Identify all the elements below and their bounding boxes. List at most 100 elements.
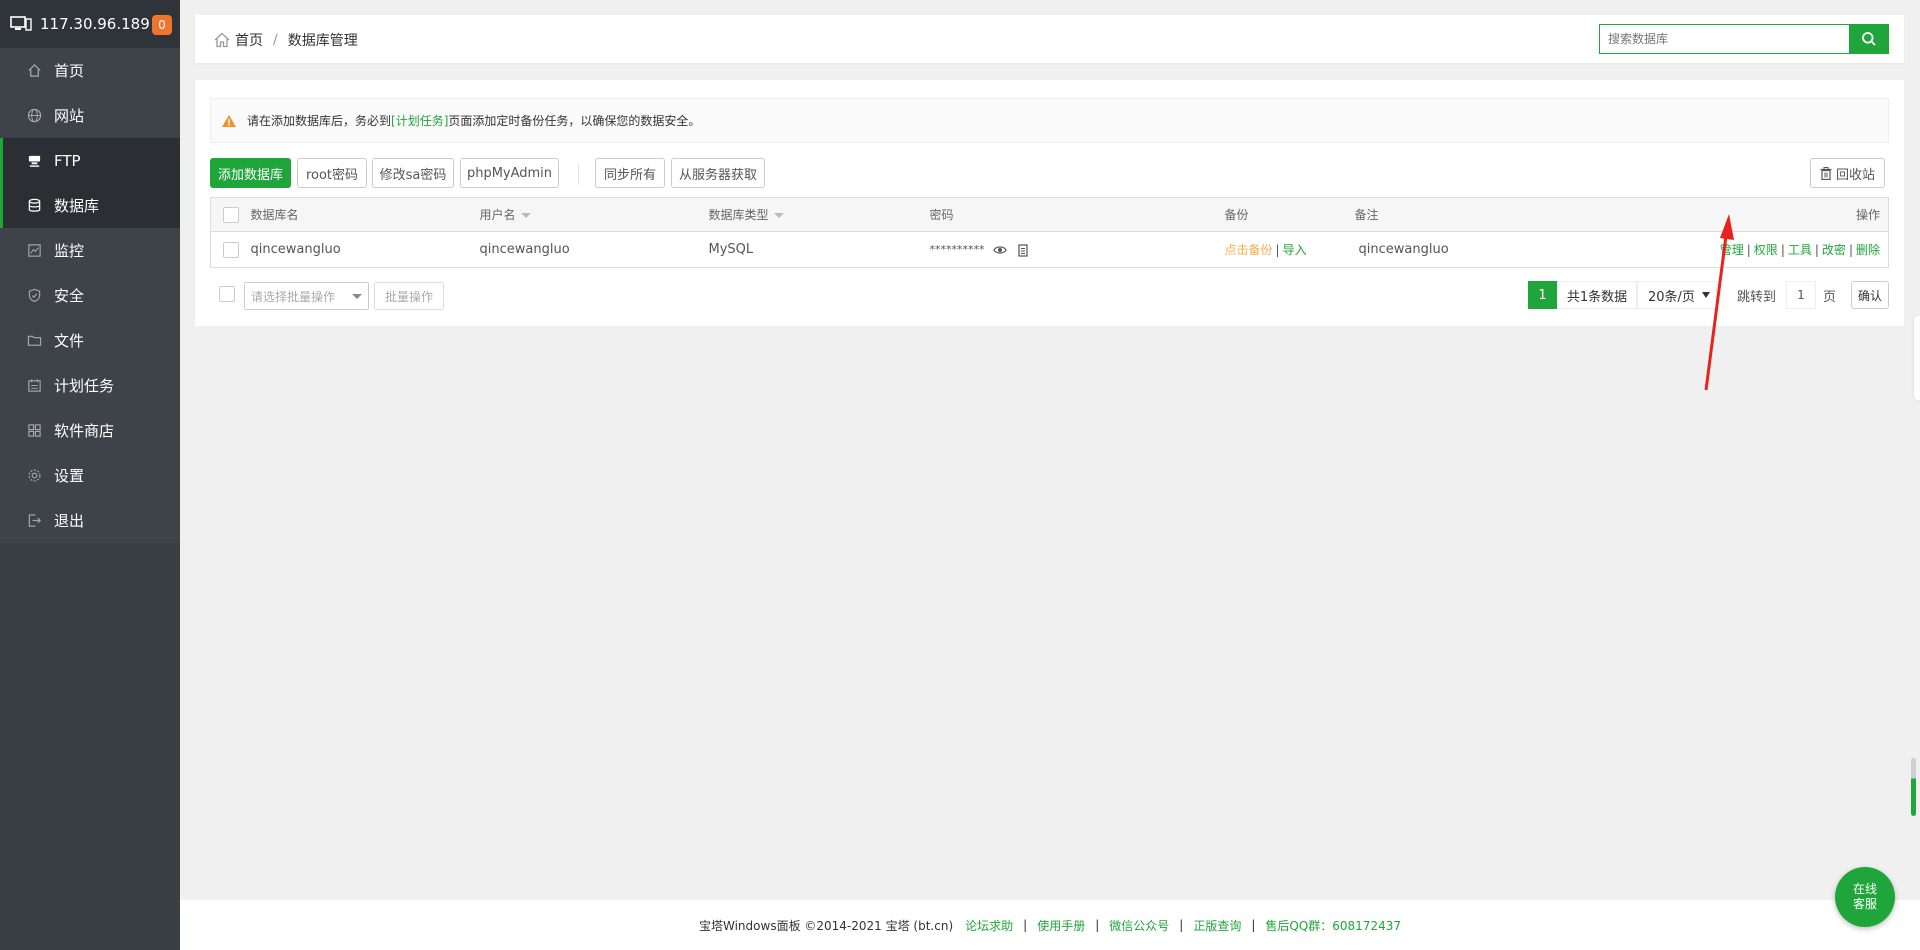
footer: 宝塔Windows面板 ©2014-2021 宝塔 (bt.cn) 论坛求助 |… bbox=[180, 900, 1920, 950]
trash-icon bbox=[1820, 166, 1832, 180]
footer-separator: | bbox=[1023, 918, 1028, 932]
footer-qq-link[interactable]: 售后QQ群：608172437 bbox=[1265, 917, 1401, 934]
col-type-label: 数据库类型 bbox=[708, 208, 769, 222]
home-icon bbox=[26, 63, 42, 79]
jump-confirm-button[interactable]: 确认 bbox=[1851, 281, 1889, 309]
sync-all-button[interactable]: 同步所有 bbox=[595, 158, 665, 188]
eye-icon[interactable] bbox=[992, 245, 1007, 255]
sidebar-item-label: 退出 bbox=[54, 512, 85, 530]
breadcrumb: 首页 / 数据库管理 bbox=[213, 30, 358, 50]
sidebar-item-ftp[interactable]: FTP bbox=[0, 138, 180, 183]
footer-license-link[interactable]: 正版查询 bbox=[1193, 917, 1241, 934]
breadcrumb-home-link[interactable]: 首页 bbox=[235, 30, 263, 50]
sidebar: 117.30.96.189 0 首页 网站 FTP 数据库 监控 安全 文件 计… bbox=[0, 0, 180, 950]
footer-separator: | bbox=[1251, 918, 1256, 932]
footer-separator: | bbox=[1095, 918, 1100, 932]
sidebar-item-store[interactable]: 软件商店 bbox=[0, 408, 180, 453]
jump-page-input[interactable]: 1 bbox=[1786, 281, 1816, 309]
batch-select-all-checkbox[interactable] bbox=[219, 286, 235, 302]
notification-badge[interactable]: 0 bbox=[152, 15, 172, 35]
cell-username: qincewangluo bbox=[479, 242, 570, 257]
cell-password: ********** bbox=[930, 232, 1225, 268]
pagination-current-page[interactable]: 1 bbox=[1528, 281, 1557, 309]
sort-caret-icon bbox=[773, 213, 784, 218]
sidebar-item-settings[interactable]: 设置 bbox=[0, 453, 180, 498]
footer-manual-link[interactable]: 使用手册 bbox=[1037, 917, 1085, 934]
change-password-link[interactable]: 改密 bbox=[1822, 243, 1846, 257]
phpmyadmin-button[interactable]: phpMyAdmin bbox=[460, 158, 559, 188]
add-database-button[interactable]: 添加数据库 bbox=[210, 158, 291, 188]
permission-link[interactable]: 权限 bbox=[1754, 243, 1778, 257]
delete-link[interactable]: 删除 bbox=[1856, 243, 1880, 257]
monitor-icon bbox=[26, 243, 42, 259]
footer-copyright: 宝塔Windows面板 ©2014-2021 宝塔 (bt.cn) bbox=[699, 918, 954, 933]
import-link[interactable]: 导入 bbox=[1283, 243, 1307, 257]
monitor-screen-icon bbox=[10, 16, 32, 31]
row-checkbox[interactable] bbox=[222, 241, 239, 258]
recycle-bin-button[interactable]: 回收站 bbox=[1810, 158, 1885, 188]
sidebar-item-label: 安全 bbox=[54, 287, 85, 305]
backup-link[interactable]: 点击备份 bbox=[1225, 243, 1273, 257]
dropdown-arrow-icon bbox=[1702, 292, 1710, 298]
sidebar-item-label: 设置 bbox=[54, 467, 85, 485]
batch-operation-select[interactable]: 请选择批量操作 bbox=[244, 282, 369, 310]
service-line-2: 客服 bbox=[1852, 897, 1877, 911]
sidebar-item-monitor[interactable]: 监控 bbox=[0, 228, 180, 273]
side-drawer-tab[interactable] bbox=[1914, 316, 1920, 400]
search-input[interactable] bbox=[1599, 24, 1850, 54]
col-user-header[interactable]: 用户名 bbox=[479, 197, 709, 232]
sidebar-item-website[interactable]: 网站 bbox=[0, 93, 180, 138]
globe-icon bbox=[26, 108, 42, 124]
page-unit-label: 页 bbox=[1823, 290, 1837, 305]
link-separator: | bbox=[1814, 243, 1819, 257]
server-ip: 117.30.96.189 bbox=[40, 15, 150, 33]
sidebar-item-home[interactable]: 首页 bbox=[0, 48, 180, 93]
notice-cron-link[interactable]: [计划任务] bbox=[391, 112, 448, 129]
folder-icon bbox=[26, 333, 42, 349]
footer-wechat-link[interactable]: 微信公众号 bbox=[1109, 917, 1169, 934]
select-all-checkbox[interactable] bbox=[222, 206, 239, 223]
batch-operation-button[interactable]: 批量操作 bbox=[374, 282, 444, 310]
dropdown-caret-icon bbox=[352, 294, 362, 299]
sidebar-item-cron[interactable]: 计划任务 bbox=[0, 363, 180, 408]
manage-link[interactable]: 管理 bbox=[1720, 243, 1744, 257]
sidebar-item-files[interactable]: 文件 bbox=[0, 318, 180, 363]
scroll-indicator[interactable] bbox=[1911, 758, 1916, 816]
get-from-server-button[interactable]: 从服务器获取 bbox=[671, 158, 765, 188]
masked-password: ********** bbox=[929, 243, 985, 256]
note-text[interactable]: qincewangluo bbox=[1359, 242, 1449, 257]
sidebar-item-label: 文件 bbox=[54, 332, 85, 350]
col-ops-header: 操作 bbox=[1714, 197, 1889, 232]
sidebar-item-security[interactable]: 安全 bbox=[0, 273, 180, 318]
link-separator: | bbox=[1848, 243, 1853, 257]
breadcrumb-bar: 首页 / 数据库管理 bbox=[195, 15, 1904, 63]
search-button[interactable] bbox=[1849, 24, 1889, 54]
sidebar-item-logout[interactable]: 退出 bbox=[0, 498, 180, 543]
calendar-icon bbox=[26, 378, 42, 394]
cell-db-name: qincewangluo bbox=[250, 242, 341, 257]
sidebar-item-label: 首页 bbox=[54, 62, 85, 80]
link-separator: | bbox=[1746, 243, 1751, 257]
copy-icon[interactable] bbox=[1017, 243, 1029, 257]
database-table: 数据库名 用户名 数据库类型 密码 备份 备注 操作 qincewangluo … bbox=[210, 197, 1889, 268]
jump-to-label: 跳转到 bbox=[1737, 290, 1777, 305]
sidebar-item-label: 软件商店 bbox=[54, 422, 115, 440]
root-password-button[interactable]: root密码 bbox=[297, 158, 367, 188]
tools-link[interactable]: 工具 bbox=[1788, 243, 1812, 257]
col-user-label: 用户名 bbox=[479, 208, 516, 222]
sa-password-button[interactable]: 修改sa密码 bbox=[372, 158, 454, 188]
page-size-select[interactable]: 20条/页 bbox=[1637, 281, 1717, 309]
sidebar-item-label: 网站 bbox=[54, 107, 85, 125]
col-name-header: 数据库名 bbox=[250, 197, 480, 232]
sidebar-menu: 首页 网站 FTP 数据库 监控 安全 文件 计划任务 软件商店 设置 退出 bbox=[0, 48, 180, 543]
backup-notice: 请在添加数据库后，务必到 [计划任务] 页面添加定时备份任务，以确保您的数据安全。 bbox=[210, 98, 1889, 143]
cell-db-type: MySQL bbox=[708, 242, 754, 257]
recycle-bin-label: 回收站 bbox=[1835, 167, 1875, 183]
page-size-value: 20条/页 bbox=[1648, 289, 1695, 305]
logout-icon bbox=[26, 513, 42, 529]
sidebar-item-database[interactable]: 数据库 bbox=[0, 183, 180, 228]
col-type-header[interactable]: 数据库类型 bbox=[708, 197, 930, 232]
online-service-button[interactable]: 在线 客服 bbox=[1835, 867, 1895, 927]
footer-separator: | bbox=[1179, 918, 1184, 932]
footer-forum-link[interactable]: 论坛求助 bbox=[965, 917, 1013, 934]
